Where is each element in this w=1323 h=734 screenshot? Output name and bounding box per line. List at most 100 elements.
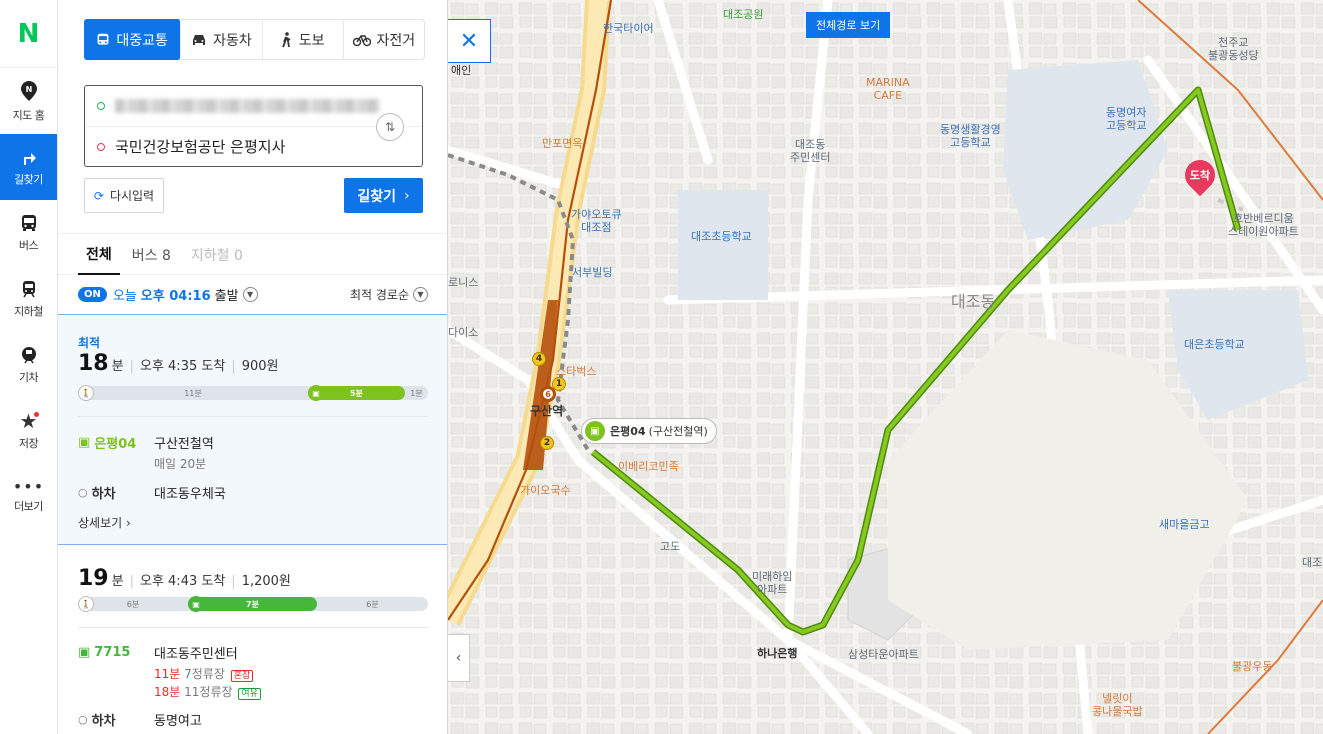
exit-1-icon[interactable]: 1 bbox=[552, 377, 566, 391]
chevron-right-icon: › bbox=[404, 187, 410, 204]
poi-label[interactable]: 삼성타운아파트 bbox=[848, 648, 919, 661]
poi-label[interactable]: 불광우동 bbox=[1232, 660, 1272, 673]
poi-label[interactable]: 스타벅스 bbox=[556, 365, 596, 378]
nav-item-train[interactable]: 기차 bbox=[0, 332, 57, 398]
alight-stop: 대조동우체국 bbox=[154, 487, 226, 502]
route-summary: 18 분 | 오후 4:35 도착 | 900원 bbox=[78, 351, 279, 376]
new-dot bbox=[34, 412, 39, 417]
poi-label[interactable]: 가야오토큐 대조점 bbox=[571, 208, 622, 234]
swap-button[interactable]: ⇅ bbox=[376, 113, 404, 141]
directions-panel: 대중교통 자동차 도보 자전거 국민건강보험공단 은평지사 ⇅ ⟳ 다시입력 길… bbox=[58, 0, 448, 734]
callout-route: 은평04 bbox=[610, 425, 646, 438]
full-route-button[interactable]: 전체경로 보기 bbox=[806, 12, 891, 38]
naver-logo[interactable]: N bbox=[0, 0, 57, 68]
duration-minutes: 18 bbox=[78, 351, 109, 376]
mode-bike[interactable]: 자전거 bbox=[344, 20, 424, 59]
mode-car[interactable]: 자동차 bbox=[181, 20, 263, 59]
crowd-badge: 혼잡 bbox=[230, 670, 254, 682]
depart-day: 오늘 bbox=[112, 288, 137, 304]
map-canvas[interactable]: 한국타이어 대조공원 MARINA CAFE 천주교 불광동성당 동명여자 고등… bbox=[448, 0, 1323, 734]
mode-label: 도보 bbox=[298, 32, 325, 49]
poi-label[interactable]: 가이오국수 bbox=[520, 484, 571, 497]
refresh-icon: ⟳ bbox=[93, 188, 104, 203]
reset-label: 다시입력 bbox=[109, 189, 155, 203]
result-tabs: 전체 버스 8 지하철 0 bbox=[58, 233, 447, 275]
reset-button[interactable]: ⟳ 다시입력 bbox=[84, 178, 164, 213]
close-icon: ✕ bbox=[459, 28, 479, 54]
poi-label[interactable]: 동명생활경영 고등학교 bbox=[940, 123, 1001, 149]
poi-label[interactable]: 미래하임 아파트 bbox=[752, 570, 792, 596]
nav-item-directions[interactable]: 길찾기 bbox=[0, 134, 57, 200]
route-number[interactable]: ▣ 7715 bbox=[78, 643, 154, 662]
poi-label[interactable]: 대조동 주민센터 bbox=[790, 138, 830, 164]
alight-stop: 동명여고 bbox=[154, 714, 202, 729]
nav-label: 버스 bbox=[18, 238, 39, 252]
bus-segment: 7분 bbox=[188, 597, 317, 611]
tab-bus[interactable]: 버스 8 bbox=[124, 234, 179, 275]
route-number[interactable]: ▣ 은평04 bbox=[78, 433, 154, 452]
poi-label[interactable]: 만포면옥 bbox=[542, 137, 582, 150]
poi-label[interactable]: 고도 bbox=[660, 540, 680, 553]
sort-select[interactable]: 최적 경로순 ▼ bbox=[350, 286, 428, 303]
poi-label[interactable]: 다이소 bbox=[448, 326, 478, 339]
poi-label[interactable]: 동명여자 고등학교 bbox=[1106, 106, 1146, 132]
chevron-down-icon[interactable]: ▼ bbox=[242, 286, 258, 302]
poi-label[interactable]: 호반베르디움 스테이원아파트 bbox=[1228, 212, 1299, 238]
bus-stop-callout[interactable]: ▣ 은평04 (구산전철역) bbox=[581, 418, 717, 444]
poi-label[interactable]: 대은초등학교 bbox=[1184, 338, 1245, 351]
origin-redacted bbox=[115, 99, 380, 113]
arrival-time: 오후 4:43 도착 bbox=[139, 574, 226, 589]
nav-item-more[interactable]: ••• 더보기 bbox=[0, 464, 57, 530]
depart-time[interactable]: 오후 04:16 bbox=[141, 285, 211, 304]
nav-item-subway[interactable]: 지하철 bbox=[0, 266, 57, 332]
poi-label[interactable]: 애인 bbox=[451, 64, 471, 77]
poi-label[interactable]: 넬릿이 콩나물국밥 bbox=[1092, 692, 1143, 718]
search-route-button[interactable]: 길찾기 › bbox=[344, 178, 423, 213]
departure-bar: ON 오늘 오후 04:16 출발 ▼ 최적 경로순 ▼ bbox=[78, 284, 428, 304]
walk-icon: 🚶 bbox=[78, 385, 94, 401]
nav-label: 기차 bbox=[18, 370, 39, 384]
station-label[interactable]: 구산역 bbox=[530, 405, 563, 418]
board-stop: 구산전철역 bbox=[154, 437, 214, 452]
nav-item-saved[interactable]: ★ 저장 bbox=[0, 398, 57, 464]
mode-transit[interactable]: 대중교통 bbox=[84, 19, 182, 60]
detail-link[interactable]: 상세보기 › bbox=[78, 514, 131, 531]
exit-4-icon[interactable]: 4 bbox=[532, 352, 546, 366]
eta-first: 11분 7정류장 혼잡 bbox=[154, 665, 254, 682]
nav-item-map-home[interactable]: N 지도 홈 bbox=[0, 68, 57, 134]
eta-stops: 7정류장 bbox=[184, 667, 225, 681]
subway-icon bbox=[22, 280, 35, 297]
destination-field[interactable]: 국민건강보험공단 은평지사 bbox=[85, 126, 422, 166]
poi-label[interactable]: 대조 bbox=[1302, 556, 1322, 569]
realtime-toggle[interactable]: ON bbox=[78, 286, 107, 302]
destination-pin[interactable]: 도착 bbox=[1178, 153, 1222, 200]
nav-item-bus[interactable]: 버스 bbox=[0, 200, 57, 266]
origin-marker-icon bbox=[97, 102, 105, 110]
exit-2-icon[interactable]: 2 bbox=[540, 436, 554, 450]
poi-label[interactable]: 새마을금고 bbox=[1159, 518, 1210, 531]
poi-label[interactable]: 로니스 bbox=[448, 276, 478, 289]
poi-label[interactable]: 천주교 불광동성당 bbox=[1208, 36, 1259, 62]
bus-interval: 매일 20분 bbox=[154, 457, 207, 471]
collapse-panel-button[interactable]: ‹ bbox=[448, 634, 470, 682]
origin-field[interactable] bbox=[85, 86, 422, 126]
poi-label[interactable]: MARINA CAFE bbox=[866, 76, 910, 102]
route-number-text: 은평04 bbox=[94, 437, 137, 452]
route-result-card[interactable]: 19 분 | 오후 4:43 도착 | 1,200원 6분 7분 6분 🚶 ▣ … bbox=[58, 546, 447, 734]
close-route-button[interactable]: ✕ bbox=[448, 19, 491, 63]
route-result-card[interactable]: 최적 18 분 | 오후 4:35 도착 | 900원 11분 5분 1분 🚶 … bbox=[58, 314, 447, 545]
tab-all[interactable]: 전체 bbox=[78, 234, 120, 275]
poi-label[interactable]: 대조공원 bbox=[723, 8, 763, 21]
poi-label[interactable]: 한국타이어 bbox=[603, 22, 654, 35]
poi-label[interactable]: 하나은행 bbox=[757, 647, 797, 660]
mode-walk[interactable]: 도보 bbox=[263, 20, 344, 59]
poi-label[interactable]: 서부빌딩 bbox=[572, 266, 612, 279]
poi-label[interactable]: 이베리코민족 bbox=[618, 460, 679, 473]
alight-leg: ○ 하차 동명여고 bbox=[78, 710, 202, 729]
nav-label: 저장 bbox=[18, 436, 39, 450]
nav-rail: N N 지도 홈 길찾기 버스 지하철 기차 ★ 저장 ••• 더보기 bbox=[0, 0, 58, 734]
tab-subway[interactable]: 지하철 0 bbox=[183, 234, 251, 275]
eta-minutes: 18분 bbox=[154, 685, 181, 699]
poi-label[interactable]: 대조초등학교 bbox=[691, 230, 752, 243]
detail-label: 상세보기 bbox=[78, 516, 123, 530]
